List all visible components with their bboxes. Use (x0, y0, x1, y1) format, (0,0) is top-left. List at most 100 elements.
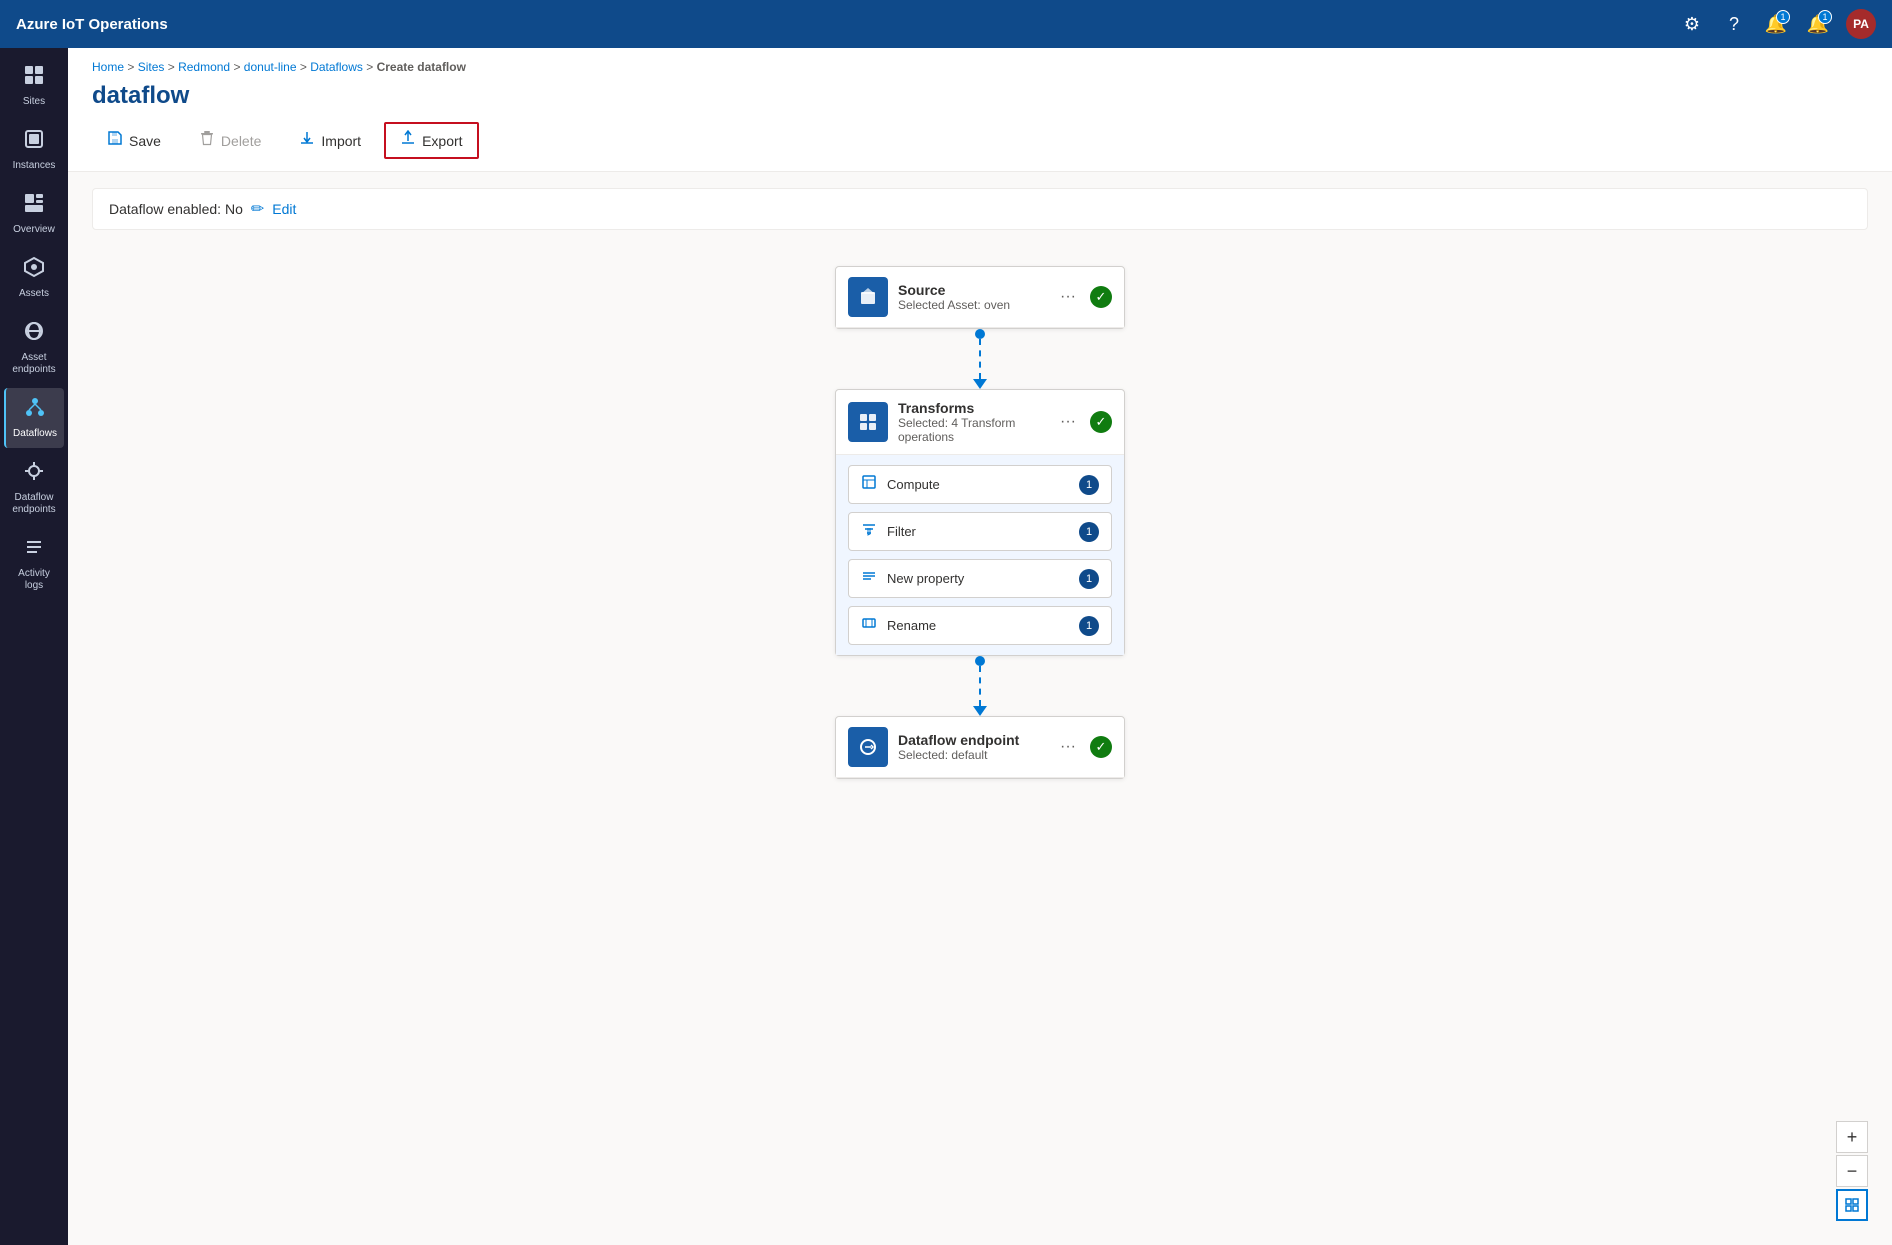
breadcrumb-sites[interactable]: Sites (138, 60, 165, 74)
sites-icon (23, 64, 45, 92)
notification-icon-2[interactable]: 🔔 1 (1804, 10, 1832, 38)
sidebar-label-activity-logs: Activity logs (8, 568, 60, 592)
import-icon (299, 130, 315, 151)
delete-button[interactable]: Delete (184, 122, 276, 159)
transforms-node[interactable]: Transforms Selected: 4 Transform operati… (835, 389, 1125, 656)
edit-label[interactable]: Edit (272, 201, 296, 217)
breadcrumb-redmond[interactable]: Redmond (178, 60, 230, 74)
sidebar-item-assets[interactable]: Assets (4, 248, 64, 308)
source-check: ✓ (1090, 286, 1112, 308)
save-label: Save (129, 133, 161, 149)
source-node-subtitle: Selected Asset: oven (898, 298, 1046, 312)
zoom-out-button[interactable]: − (1836, 1155, 1868, 1187)
transforms-title-area: Transforms Selected: 4 Transform operati… (898, 400, 1046, 444)
source-node[interactable]: Source Selected Asset: oven ··· ✓ (835, 266, 1125, 329)
source-node-title: Source (898, 282, 1046, 298)
export-icon (400, 130, 416, 151)
instances-icon (23, 128, 45, 156)
sidebar-item-dataflows[interactable]: Dataflows (4, 388, 64, 448)
rename-label: Rename (887, 618, 1069, 633)
sidebar-label-overview: Overview (13, 224, 55, 236)
source-node-icon (848, 277, 888, 317)
new-property-icon (861, 568, 877, 589)
avatar[interactable]: PA (1846, 9, 1876, 39)
page-title: dataflow (68, 78, 1892, 122)
transforms-node-subtitle: Selected: 4 Transform operations (898, 416, 1046, 444)
endpoint-node[interactable]: Dataflow endpoint Selected: default ··· … (835, 716, 1125, 779)
filter-icon (861, 521, 877, 542)
notification-badge-2: 1 (1818, 10, 1832, 24)
top-navigation: Azure IoT Operations ⚙ ? 🔔 1 🔔 1 PA (0, 0, 1892, 48)
sidebar-label-assets: Assets (19, 288, 49, 300)
breadcrumb-sep-4: > (300, 60, 310, 74)
delete-icon (199, 130, 215, 151)
breadcrumb-current: Create dataflow (377, 60, 466, 74)
activity-logs-icon (23, 536, 45, 564)
new-property-op[interactable]: New property 1 (848, 559, 1112, 598)
sidebar-item-activity-logs[interactable]: Activity logs (4, 528, 64, 600)
compute-badge: 1 (1079, 475, 1099, 495)
zoom-fit-button[interactable] (1836, 1189, 1868, 1221)
source-title-area: Source Selected Asset: oven (898, 282, 1046, 312)
sidebar-label-dataflow-endpoints: Dataflow endpoints (8, 492, 60, 516)
transforms-more-menu[interactable]: ··· (1056, 411, 1080, 433)
settings-icon[interactable]: ⚙ (1678, 10, 1706, 38)
breadcrumb-dataflows[interactable]: Dataflows (310, 60, 363, 74)
dataflow-status: Dataflow enabled: No (109, 201, 243, 217)
transforms-expanded: Compute 1 Filter 1 (836, 455, 1124, 655)
dataflows-icon (24, 396, 46, 424)
sidebar-item-asset-endpoints[interactable]: Asset endpoints (4, 312, 64, 384)
notification-badge-1: 1 (1776, 10, 1790, 24)
overview-icon (23, 192, 45, 220)
top-nav-icons: ⚙ ? 🔔 1 🔔 1 PA (1678, 9, 1876, 39)
sidebar-item-overview[interactable]: Overview (4, 184, 64, 244)
export-button[interactable]: Export (384, 122, 478, 159)
toolbar: Save Delete Import Export (68, 122, 1892, 172)
endpoint-node-subtitle: Selected: default (898, 748, 1046, 762)
breadcrumb-donut-line[interactable]: donut-line (244, 60, 297, 74)
enabled-bar: Dataflow enabled: No ✏ Edit (92, 188, 1868, 230)
canvas-container: Dataflow enabled: No ✏ Edit Source Selec… (68, 172, 1892, 1245)
app-title: Azure IoT Operations (16, 16, 1666, 33)
filter-op[interactable]: Filter 1 (848, 512, 1112, 551)
import-button[interactable]: Import (284, 122, 376, 159)
rename-op[interactable]: Rename 1 (848, 606, 1112, 645)
transforms-node-icon (848, 402, 888, 442)
assets-icon (23, 256, 45, 284)
transforms-check: ✓ (1090, 411, 1112, 433)
connector-dot-1 (975, 329, 985, 339)
breadcrumb-sep-1: > (127, 60, 137, 74)
notification-icon-1[interactable]: 🔔 1 (1762, 10, 1790, 38)
endpoint-node-title: Dataflow endpoint (898, 732, 1046, 748)
filter-badge: 1 (1079, 522, 1099, 542)
endpoint-node-header: Dataflow endpoint Selected: default ··· … (836, 717, 1124, 778)
connector-line-2 (979, 666, 981, 706)
new-property-label: New property (887, 571, 1069, 586)
sidebar-item-instances[interactable]: Instances (4, 120, 64, 180)
transforms-node-title: Transforms (898, 400, 1046, 416)
endpoint-title-area: Dataflow endpoint Selected: default (898, 732, 1046, 762)
endpoint-more-menu[interactable]: ··· (1056, 736, 1080, 758)
zoom-in-button[interactable]: + (1836, 1121, 1868, 1153)
sidebar-label-sites: Sites (23, 96, 45, 108)
breadcrumb-sep-2: > (168, 60, 178, 74)
breadcrumb: Home > Sites > Redmond > donut-line > Da… (68, 48, 1892, 78)
breadcrumb-home[interactable]: Home (92, 60, 124, 74)
transforms-node-header: Transforms Selected: 4 Transform operati… (836, 390, 1124, 455)
sidebar-item-dataflow-endpoints[interactable]: Dataflow endpoints (4, 452, 64, 524)
rename-badge: 1 (1079, 616, 1099, 636)
sidebar-item-sites[interactable]: Sites (4, 56, 64, 116)
sidebar-label-dataflows: Dataflows (13, 428, 57, 440)
sidebar-label-asset-endpoints: Asset endpoints (8, 352, 60, 376)
breadcrumb-sep-3: > (233, 60, 243, 74)
sidebar-label-instances: Instances (13, 160, 56, 172)
save-icon (107, 130, 123, 151)
endpoint-check: ✓ (1090, 736, 1112, 758)
source-more-menu[interactable]: ··· (1056, 286, 1080, 308)
save-button[interactable]: Save (92, 122, 176, 159)
compute-op[interactable]: Compute 1 (848, 465, 1112, 504)
source-node-header: Source Selected Asset: oven ··· ✓ (836, 267, 1124, 328)
filter-label: Filter (887, 524, 1069, 539)
dataflow-endpoints-icon (23, 460, 45, 488)
help-icon[interactable]: ? (1720, 10, 1748, 38)
